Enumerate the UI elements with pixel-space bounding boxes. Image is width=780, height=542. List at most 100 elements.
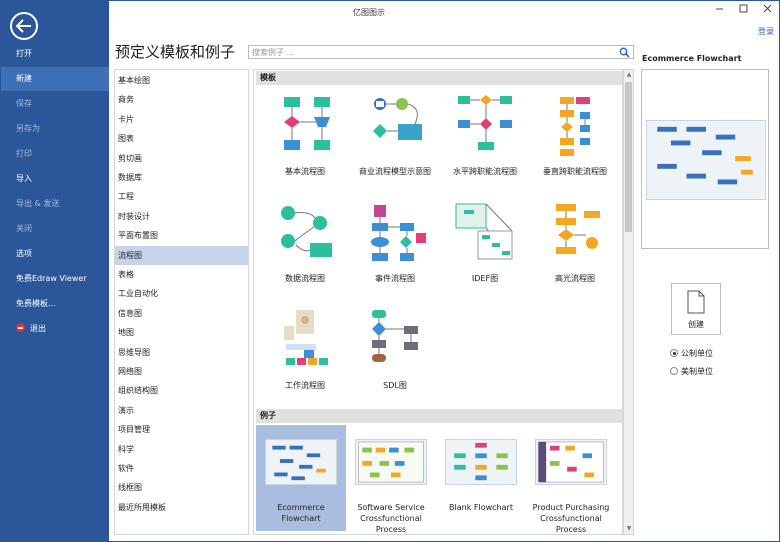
template-basic-flowchart[interactable]: 基本流程图 — [260, 94, 350, 194]
scroll-up-icon[interactable]: ▲ — [625, 71, 633, 79]
new-document-icon — [687, 290, 705, 314]
back-button[interactable] — [10, 12, 38, 40]
scrollbar-thumb[interactable] — [625, 82, 632, 232]
sidebar-item-label: 退出 — [30, 324, 46, 333]
template-highlight-flowchart[interactable]: 高光流程图 — [530, 201, 620, 301]
sidebar-item-label: 另存为 — [16, 124, 40, 133]
data-flow-icon — [281, 206, 332, 257]
preview-title: Ecommerce Flowchart — [642, 54, 742, 63]
examples-section-header: 例子 — [256, 409, 622, 423]
category-item[interactable]: 卡片 — [115, 110, 248, 129]
metric-units-radio[interactable]: 公制单位 — [670, 348, 713, 359]
category-item[interactable]: 平面布置图 — [115, 226, 248, 245]
template-sdl[interactable]: SDL图 — [350, 308, 440, 408]
create-button[interactable]: 创建 — [671, 283, 721, 335]
sidebar-item-new[interactable]: 新建 — [1, 67, 109, 91]
template-event-flow[interactable]: 事件流程图 — [350, 201, 440, 301]
template-label: SDL图 — [383, 381, 407, 390]
sidebar-item-save-as[interactable]: 另存为 — [1, 117, 109, 141]
sidebar-item-free-viewer[interactable]: 免费Edraw Viewer — [1, 267, 109, 291]
template-horizontal-crossfunctional[interactable]: 水平跨职能流程图 — [440, 94, 530, 194]
minimize-icon — [716, 8, 723, 10]
scroll-down-icon[interactable]: ▼ — [625, 525, 633, 533]
sidebar-item-label: 保存 — [16, 99, 32, 108]
search-icon[interactable] — [619, 47, 630, 58]
category-item[interactable]: 数据库 — [115, 168, 248, 187]
category-item[interactable]: 演示 — [115, 401, 248, 420]
category-item[interactable]: 商务 — [115, 90, 248, 109]
template-label: 事件流程图 — [375, 274, 415, 283]
close-button[interactable] — [763, 4, 772, 16]
category-item[interactable]: 网络图 — [115, 362, 248, 381]
window-title: 亿图图示 — [353, 8, 385, 17]
template-workflow[interactable]: 工作流程图 — [260, 308, 350, 408]
category-item[interactable]: 信息图 — [115, 304, 248, 323]
template-label: 商业流程模型示意图 — [359, 167, 431, 176]
create-label: 创建 — [688, 320, 704, 329]
sidebar-item-label: 免费Edraw Viewer — [16, 274, 87, 283]
template-vertical-crossfunctional[interactable]: 垂直跨职能流程图 — [530, 94, 620, 194]
example-thumbnail — [355, 439, 427, 485]
example-ecommerce-flowchart[interactable]: Ecommerce Flowchart — [256, 425, 346, 531]
horizontal-crossfunctional-icon — [458, 95, 512, 150]
sidebar-item-open[interactable]: 打开 — [1, 42, 109, 66]
category-item[interactable]: 工业自动化 — [115, 284, 248, 303]
radio-empty-icon — [670, 367, 678, 375]
sidebar-item-label: 打印 — [16, 149, 32, 158]
category-item[interactable]: 地图 — [115, 323, 248, 342]
basic-flowchart-icon — [284, 97, 330, 150]
category-item[interactable]: 项目管理 — [115, 420, 248, 439]
template-idef[interactable]: IDEF图 — [440, 201, 530, 301]
sidebar-item-label: 关闭 — [16, 224, 32, 233]
category-item[interactable]: 线框图 — [115, 478, 248, 497]
example-blank-flowchart[interactable]: Blank Flowchart — [436, 425, 526, 531]
sidebar-item-exit[interactable]: 退出 — [1, 317, 109, 341]
template-data-flow[interactable]: 数据流程图 — [260, 201, 350, 301]
category-item[interactable]: 时装设计 — [115, 207, 248, 226]
back-arrow-icon — [16, 19, 31, 33]
search-placeholder: 搜索例子 ... — [252, 48, 295, 57]
event-flow-icon — [371, 205, 426, 261]
maximize-icon — [739, 4, 748, 13]
sidebar-item-print[interactable]: 打印 — [1, 142, 109, 166]
sidebar-item-label: 导出 & 发送 — [16, 199, 60, 208]
example-product-purchasing[interactable]: Product Purchasing Crossfunctional Process — [526, 425, 616, 534]
radio-label: 公制单位 — [681, 349, 713, 358]
category-item[interactable]: 流程图 — [115, 245, 248, 265]
maximize-button[interactable] — [739, 4, 748, 16]
gallery-scrollbar[interactable]: ▲ ▼ — [623, 69, 634, 535]
example-software-service[interactable]: Software Service Crossfunctional Process — [346, 425, 436, 534]
sidebar-item-label: 新建 — [16, 74, 32, 83]
us-units-radio[interactable]: 美制单位 — [670, 366, 713, 377]
category-item[interactable]: 基本绘图 — [115, 71, 248, 90]
template-business-process[interactable]: 商业流程模型示意图 — [350, 94, 440, 194]
minimize-button[interactable] — [715, 4, 724, 16]
category-item[interactable]: 工程 — [115, 187, 248, 206]
example-thumbnail — [265, 439, 337, 485]
category-item[interactable]: 组织结构图 — [115, 381, 248, 400]
search-input[interactable]: 搜索例子 ... — [248, 45, 634, 59]
category-item[interactable]: 图表 — [115, 129, 248, 148]
template-label: IDEF图 — [471, 274, 499, 283]
category-item[interactable]: 软件 — [115, 459, 248, 478]
login-link[interactable]: 登录 — [758, 26, 774, 37]
template-label: 垂直跨职能流程图 — [543, 167, 607, 176]
sidebar-item-save[interactable]: 保存 — [1, 92, 109, 116]
sidebar-item-options[interactable]: 选项 — [1, 242, 109, 266]
app-window: 打开 新建 保存 另存为 打印 导入 导出 & 发送 关闭 选项 免费Edraw… — [0, 0, 780, 542]
category-item[interactable]: 表格 — [115, 265, 248, 284]
sidebar-item-export-send[interactable]: 导出 & 发送 — [1, 192, 109, 216]
sidebar-item-free-templates[interactable]: 免费模板... — [1, 292, 109, 316]
example-label: Software Service Crossfunctional Process — [357, 503, 425, 534]
preview-pane — [641, 69, 769, 249]
category-item[interactable]: 科学 — [115, 440, 248, 459]
close-icon — [763, 4, 772, 13]
sidebar-item-close[interactable]: 关闭 — [1, 217, 109, 241]
radio-label: 美制单位 — [681, 367, 713, 376]
sidebar-item-import[interactable]: 导入 — [1, 167, 109, 191]
category-item[interactable]: 最近所用模板 — [115, 498, 248, 517]
template-gallery: 模板 基本流程图 商业流程模型示意图 水平跨职能流程图 垂直跨职能流程图 数据流… — [253, 69, 623, 535]
example-thumbnail — [535, 439, 607, 485]
category-item[interactable]: 剪切画 — [115, 149, 248, 168]
category-item[interactable]: 思维导图 — [115, 343, 248, 362]
